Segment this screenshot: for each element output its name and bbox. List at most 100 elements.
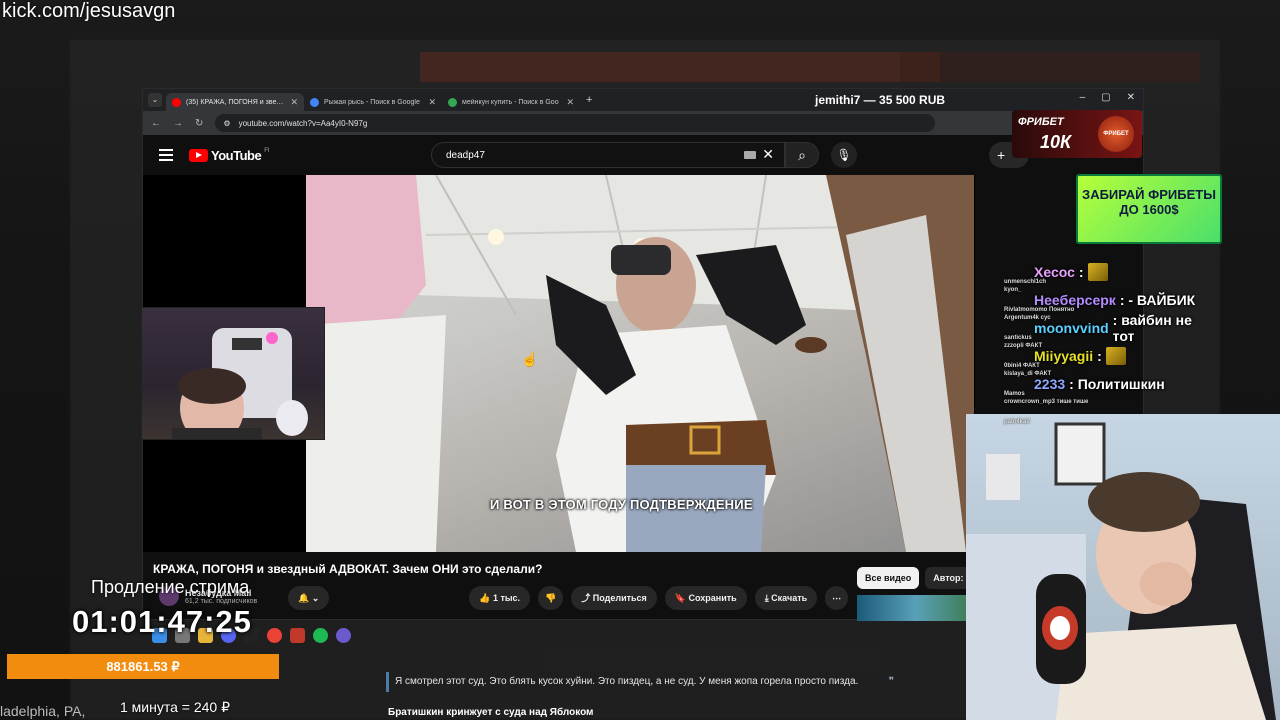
search-input[interactable]: deadp47 ✕ [431,142,785,168]
tab-title: Рыжая рысь - Поиск в Google [324,98,420,106]
freebet-ad-line1: ФРИБЕТ [1018,116,1064,128]
site-info-icon[interactable]: ⚙ [223,119,230,128]
freebet-ad-line2: 10К [1040,132,1072,152]
tab-bar: ⌄ (35) КРАЖА, ПОГОНЯ и звездн ✕ Рыжая ры… [143,89,1143,111]
window-title: jemithi7 — 35 500 RUB [815,93,946,107]
chrome-icon[interactable] [267,628,282,643]
mouse-cursor-icon: ☝ [521,351,539,367]
search-value: deadp47 [446,149,485,161]
chat-nickname[interactable]: 2233 [1034,376,1065,392]
youtube-header: YouTube FI deadp47 ✕ ⌕ 🎙 + [143,135,1143,175]
tab-search-menu-button[interactable]: ⌄ [148,93,162,107]
save-button[interactable]: 🔖 Сохранить [664,586,747,610]
chat-nickname[interactable]: Неeберсерк [1034,292,1116,308]
chat-overlay: unmenschl1ch Хесос: kyon_ Rivlatmomomo Поня… [994,258,1204,426]
freebet-green-ad[interactable]: ЗАБИРАЙ ФРИБЕТЫ ДО 1600$ [1076,174,1222,244]
chat-message: kislaya_di ФАКТ Mamos 2233: Политишкин [994,370,1204,398]
chat-message-body: moonvvind: вайбин не тот [1034,312,1204,344]
google-favicon-icon [448,97,457,107]
maximize-button[interactable]: ▢ [1101,92,1110,103]
location-text: ladelphia, PA, [0,703,86,719]
microphone-app-icon[interactable] [290,628,305,643]
youtube-wordmark: YouTube [211,147,262,163]
obs-icon[interactable] [336,628,351,643]
more-actions-button[interactable]: ⋯ [825,586,849,610]
webcam-scene [966,422,1276,720]
notification-bell-button[interactable]: 🔔 ⌄ [288,586,330,610]
streamer-webcam-main [966,414,1280,720]
chat-nickname[interactable]: Хесос [1034,264,1075,280]
region-code: FI [264,148,270,154]
chat-background-message: Argentum4k сус [1004,315,1051,321]
chat-message: kyon_ Rivlatmomomo Понятно Неeберсерк: - В… [994,286,1204,314]
chat-text: : [1078,264,1084,280]
chat-message: unmenschl1ch Хесос: [994,258,1204,286]
chat-background-message: kyon_ [1004,287,1022,293]
back-arrow-icon[interactable]: ← [151,118,161,129]
chip-all-videos[interactable]: Все видео [857,567,920,589]
url-text: youtube.com/watch?v=Aa4yI0-N97g [238,118,368,128]
reload-icon[interactable]: ↻ [195,118,203,129]
chat-message: Argentum4k сус santickus moonvvind: вайбин… [994,312,1204,344]
recommended-video-thumbnail[interactable] [857,595,975,621]
clear-search-icon[interactable]: ✕ [762,146,774,163]
address-toolbar: ← → ↻ ⚙ youtube.com/watch?v=Aa4yI0-N97g … [143,111,1143,135]
chat-background-message: palo4kaii [1004,419,1030,425]
chat-background-message: crowncrown_mp3 тише тише [1004,399,1089,405]
chat-background-message: kislaya_di ФАКТ [1004,371,1052,377]
close-window-button[interactable]: ✕ [1127,92,1135,103]
menu-hamburger-icon[interactable] [159,146,173,164]
video-title: КРАЖА, ПОГОНЯ и звездный АДВОКАТ. Зачем … [153,562,543,576]
background-blur-strip-right [900,52,1200,82]
video-subtitle: И ВОТ В ЭТОМ ГОДУ ПОДТВЕРЖДЕНИЕ [490,497,753,512]
spotify-icon[interactable] [313,628,328,643]
freebet-chip-logo: ФРИБЕТ [1098,116,1134,152]
tab-youtube[interactable]: (35) КРАЖА, ПОГОНЯ и звездн ✕ [166,93,304,111]
chat-background-message: Mamos [1004,391,1025,397]
tab-close-icon[interactable]: ✕ [428,97,436,108]
stream-timer: 01:01:47:25 [72,604,252,639]
chat-emote-icon [1087,263,1108,281]
chat-text: : вайбин не тот [1112,312,1192,344]
quote-text: Я смотрел этот суд. Это блять кусок хуйн… [395,676,859,687]
window-controls: – ▢ ✕ [1080,92,1135,103]
tab-google-mainecoon[interactable]: мейнкун купить - Поиск в Goo ✕ [442,93,580,111]
forward-arrow-icon[interactable]: → [173,118,183,129]
address-bar[interactable]: ⚙ youtube.com/watch?v=Aa4yI0-N97g [215,114,936,132]
like-button[interactable]: 👍 1 тыс. [469,586,531,610]
youtube-play-icon [189,148,208,162]
chat-nickname[interactable]: Miiyyagii [1034,348,1093,364]
quote-mark-icon: ❞ [888,676,894,687]
keyboard-icon[interactable] [744,151,756,159]
youtube-favicon-icon [172,97,181,107]
donation-total-bar: 881861.53 ₽ [7,654,279,679]
streamer-webcam-small [141,307,325,440]
video-frame[interactable]: И ВОТ В ЭТОМ ГОДУ ПОДТВЕРЖДЕНИЕ ☝ [306,175,974,552]
freebet-ad-banner[interactable]: ФРИБЕТ 10К ФРИБЕТ [1012,110,1142,158]
microphone-icon[interactable]: 🎙 [831,142,857,168]
tab-close-icon[interactable]: ✕ [290,97,298,108]
chat-message-body: 2233: Политишкин [1034,376,1165,392]
stream-frame: kick.com/jesusavgn ⌄ (35) КРАЖА, ПОГОНЯ … [0,0,1280,720]
chat-message-body: Miiyyagii: [1034,347,1126,365]
youtube-logo[interactable]: YouTube FI [189,148,270,163]
chat-background-message: santickus [1004,335,1032,341]
chat-text: : - ВАЙБИК [1119,292,1196,308]
chat-background-message: 0bini4 ФАКТ [1004,363,1040,369]
dislike-button[interactable]: 👎 [538,586,564,610]
tab-google-lynx[interactable]: Рыжая рысь - Поиск в Google ✕ [304,93,442,111]
chat-emote-icon [1105,347,1126,365]
google-favicon-icon [310,97,319,107]
chat-text: : [1097,348,1102,364]
download-button[interactable]: ⤓ Скачать [754,586,818,610]
webcam-scene [172,328,308,439]
stream-caption: Братишкин кринжует с суда над Яблоком [388,707,594,718]
chat-nickname[interactable]: moonvvind [1034,320,1109,336]
new-tab-button[interactable]: + [586,94,592,106]
video-actions: 🔔 ⌄ 👍 1 тыс. 👎 ⤴ Поделиться 🔖 Сохранить … [288,586,849,610]
minimize-button[interactable]: – [1080,92,1086,103]
tab-close-icon[interactable]: ✕ [566,97,574,108]
share-button[interactable]: ⤴ Поделиться [571,586,657,610]
quote-message: Я смотрел этот суд. Это блять кусок хуйн… [386,672,900,692]
search-icon[interactable]: ⌕ [785,142,819,168]
